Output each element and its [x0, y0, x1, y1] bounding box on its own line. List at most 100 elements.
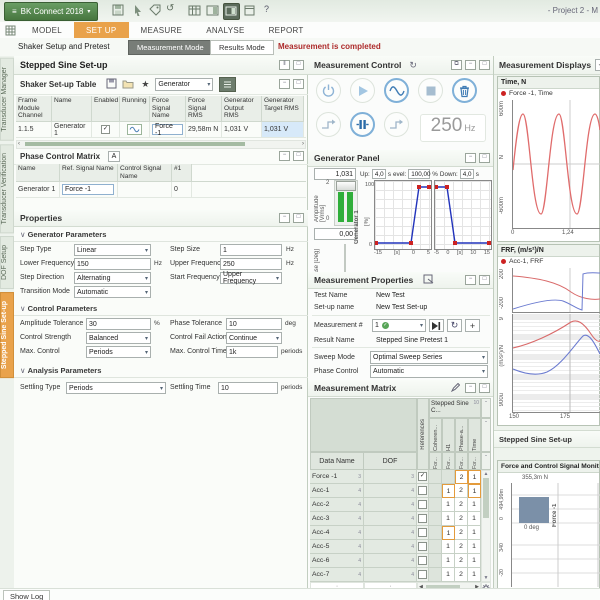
matrix-row[interactable]: Acc-34 4 1 2 1: [310, 512, 481, 526]
minimize-icon[interactable]: −: [279, 79, 290, 89]
matrix-col-time[interactable]: Time: [468, 418, 481, 452]
time-cell[interactable]: 1: [468, 498, 481, 512]
matrix-vscrollbar[interactable]: ▲ ▼: [481, 470, 491, 582]
phase-cell[interactable]: 2: [455, 512, 468, 526]
reference-cell[interactable]: [417, 554, 429, 568]
reference-checkbox[interactable]: [418, 528, 427, 537]
layout-window-button[interactable]: [243, 4, 256, 19]
ribbon-tab[interactable]: REPORT: [257, 22, 316, 38]
step-up-button[interactable]: [384, 112, 409, 137]
cursor-tool-button[interactable]: [132, 4, 145, 19]
ribbon-tab[interactable]: ANALYSE: [194, 22, 256, 38]
amplitude-value-input[interactable]: 1,031: [314, 168, 356, 180]
max-control-select[interactable]: Periods▾: [86, 346, 151, 358]
sweep-mode-select[interactable]: Optimal Sweep Series▾: [370, 351, 488, 364]
matrix-row[interactable]: Force -13 3 2 1: [310, 470, 481, 484]
data-name-cell[interactable]: Acc-34: [310, 512, 364, 526]
analysis-params-section[interactable]: ∨ Analysis Parameters: [14, 364, 308, 378]
matrix-row[interactable]: Acc-74 4 1 2 1: [310, 568, 481, 582]
data-name-cell[interactable]: Acc-74: [310, 568, 364, 582]
reference-checkbox[interactable]: [418, 486, 427, 495]
down-time-input[interactable]: 4,0: [460, 169, 474, 179]
generator-target-cell[interactable]: 1,031 V: [262, 122, 304, 137]
show-log-button[interactable]: Show Log: [3, 590, 50, 600]
layout-split-button[interactable]: [206, 4, 219, 19]
enabled-checkbox[interactable]: [101, 125, 110, 134]
data-name-cell[interactable]: Acc-14: [310, 484, 364, 498]
generator-params-section[interactable]: ∨ Generator Parameters: [14, 228, 308, 242]
scroll-left-icon[interactable]: ‹: [18, 141, 20, 147]
column-header[interactable]: Enabled: [92, 96, 120, 122]
save-table-button[interactable]: [106, 78, 117, 91]
reference-cell[interactable]: [417, 540, 429, 554]
minimize-icon[interactable]: −: [279, 213, 290, 223]
collapsed-column[interactable]: -: [481, 452, 491, 470]
column-header[interactable]: Control Signal Name: [118, 164, 172, 182]
scroll-down-icon[interactable]: ▼: [482, 575, 490, 581]
goto-last-button[interactable]: [429, 319, 444, 332]
running-cell[interactable]: [120, 122, 150, 137]
force-signal-cell[interactable]: Force -1: [150, 122, 186, 137]
dof-cell[interactable]: 4: [364, 484, 417, 498]
ribbon-tab[interactable]: SET UP: [74, 22, 129, 38]
h1-cell[interactable]: 1: [442, 540, 455, 554]
hold-button[interactable]: [350, 112, 375, 137]
add-measurement-button[interactable]: +: [465, 319, 480, 332]
amplitude-tolerance-input[interactable]: 30: [86, 318, 151, 330]
dof-cell[interactable]: 4: [364, 554, 417, 568]
measurement-number-select[interactable]: 1✓ ▾: [372, 319, 426, 332]
minimize-icon[interactable]: −: [465, 383, 476, 393]
phase-value-cell[interactable]: 0: [172, 182, 192, 197]
table-settings-toggle[interactable]: [219, 77, 236, 92]
time-cell[interactable]: 1: [468, 554, 481, 568]
coherence-cell[interactable]: [429, 554, 442, 568]
refresh-icon[interactable]: ↻: [409, 60, 417, 71]
h1-cell[interactable]: 1: [442, 498, 455, 512]
control-fail-action-select[interactable]: Continue▾: [226, 332, 282, 344]
phase-cell[interactable]: 2: [455, 470, 468, 484]
minimize-icon[interactable]: −: [465, 153, 476, 163]
matrix-row[interactable]: Acc-44 4 1 2 1: [310, 526, 481, 540]
coherence-cell[interactable]: [429, 470, 442, 484]
time-cell[interactable]: 1: [468, 470, 481, 484]
scrollbar-thumb[interactable]: [483, 478, 489, 518]
matrix-row[interactable]: Acc-24 4 1 2 1: [310, 498, 481, 512]
maximize-icon[interactable]: □: [479, 383, 490, 393]
settling-time-input[interactable]: 10: [218, 382, 278, 394]
favorite-display-button[interactable]: ★: [595, 59, 600, 71]
matrix-dof-header[interactable]: DOF: [363, 452, 417, 470]
matrix-col-phase[interactable]: Phase-a...: [455, 418, 468, 452]
ribbon-tab[interactable]: MEASURE: [129, 22, 195, 38]
start-frequency-select[interactable]: Upper Frequency▾: [220, 272, 282, 284]
generator-on-button[interactable]: [384, 78, 409, 103]
scrollbar-thumb[interactable]: [25, 142, 245, 146]
step-type-select[interactable]: Linear▾: [74, 244, 151, 256]
phase-control-select[interactable]: Automatic▾: [370, 365, 488, 378]
reference-cell[interactable]: [417, 470, 429, 484]
amplitude-slider-thumb[interactable]: [336, 181, 356, 191]
scroll-up-icon[interactable]: ▲: [482, 471, 490, 477]
matrix-name-header[interactable]: Data Name: [310, 452, 364, 470]
delete-button[interactable]: [452, 78, 477, 103]
maximize-icon[interactable]: □: [293, 79, 304, 89]
collapsed-column[interactable]: -: [481, 398, 491, 418]
left-tab[interactable]: Transducer Manager: [0, 58, 14, 141]
matrix-group-header[interactable]: 10Stepped Sine C...: [429, 398, 481, 418]
matrix-col-coherence[interactable]: Coheren...: [429, 418, 442, 452]
time-cell[interactable]: 1: [468, 512, 481, 526]
left-tab[interactable]: Transducer Verification: [0, 144, 14, 233]
dof-cell[interactable]: 4: [364, 512, 417, 526]
time-cell[interactable]: 1: [468, 540, 481, 554]
save-button[interactable]: [112, 4, 125, 19]
ref-signal-cell[interactable]: Force -1: [60, 182, 118, 197]
minimize-icon[interactable]: −: [279, 151, 290, 161]
reference-cell[interactable]: [417, 568, 429, 582]
reference-checkbox[interactable]: [418, 472, 427, 481]
maximize-icon[interactable]: □: [479, 60, 490, 70]
column-header[interactable]: Generator Output RMS: [222, 96, 262, 122]
maximize-icon[interactable]: □: [479, 153, 490, 163]
enabled-cell[interactable]: [92, 122, 120, 137]
phase-value-input[interactable]: 0,00: [314, 228, 356, 240]
h1-cell[interactable]: 1: [442, 512, 455, 526]
phase-cell[interactable]: 2: [455, 484, 468, 498]
